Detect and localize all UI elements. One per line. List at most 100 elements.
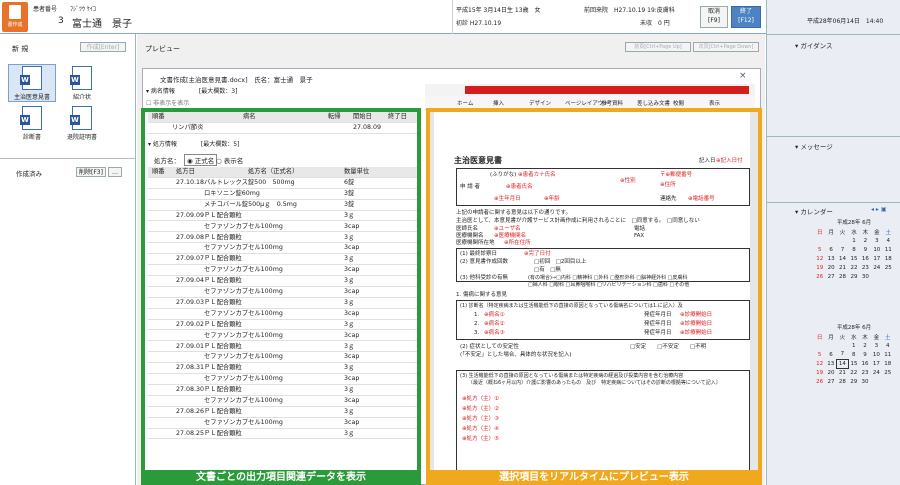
calendar-day[interactable]: 14 bbox=[836, 358, 849, 369]
calendar-day[interactable]: 12 bbox=[814, 254, 825, 263]
calendar-day[interactable]: 23 bbox=[859, 368, 870, 377]
calendar-day[interactable]: 25 bbox=[883, 263, 894, 272]
calendar-header[interactable]: ▾ カレンダー bbox=[795, 206, 833, 216]
calendar-day[interactable]: 15 bbox=[848, 254, 859, 263]
calendar-day[interactable] bbox=[814, 236, 825, 245]
calendar-day[interactable]: 30 bbox=[859, 377, 870, 386]
message-header[interactable]: ▾ メッセージ bbox=[795, 141, 833, 151]
calendar-day[interactable]: 29 bbox=[848, 272, 859, 281]
calendar-day[interactable]: 10 bbox=[871, 245, 882, 254]
calendar-day[interactable]: 13 bbox=[825, 359, 836, 368]
ribbon-tab[interactable]: 校閲 bbox=[673, 99, 684, 107]
calendar-day[interactable]: 30 bbox=[860, 272, 871, 281]
show-ended-toggle[interactable]: ☐ 非表示を表示 bbox=[146, 98, 189, 107]
next-page-button[interactable]: 次頁[Ctrl+Page Down] bbox=[693, 42, 759, 52]
calendar-day[interactable] bbox=[871, 272, 882, 281]
calendar-day[interactable]: 20 bbox=[825, 368, 836, 377]
disease-section-header[interactable]: ▾ 病名情報 [最大欄数：3] bbox=[146, 86, 237, 95]
calendar-day[interactable]: 13 bbox=[825, 254, 836, 263]
calendar-day[interactable] bbox=[883, 272, 894, 281]
calendar-day[interactable]: 20 bbox=[825, 263, 836, 272]
calendar-day[interactable]: 28 bbox=[837, 377, 848, 386]
close-icon[interactable]: × bbox=[739, 71, 747, 81]
calendar-day[interactable]: 5 bbox=[814, 245, 825, 254]
delete-button[interactable]: 削除[F3] bbox=[76, 167, 106, 177]
create-button[interactable]: 作成[Enter] bbox=[80, 42, 126, 52]
guidance-header[interactable]: ▾ ガイダンス bbox=[795, 40, 832, 50]
calendar-day[interactable]: 22 bbox=[848, 263, 859, 272]
calendar-day[interactable]: 17 bbox=[871, 359, 882, 368]
calendar-day[interactable]: 11 bbox=[883, 245, 894, 254]
doc-item-shujii[interactable]: W 主治医意見書 bbox=[8, 66, 56, 102]
ribbon-tab[interactable]: 参考資料 bbox=[601, 99, 623, 107]
calendar-day[interactable]: 7 bbox=[837, 245, 848, 254]
calendar-day[interactable]: 9 bbox=[859, 350, 870, 359]
calendar-day[interactable]: 24 bbox=[871, 368, 882, 377]
calendar-day[interactable]: 21 bbox=[837, 368, 848, 377]
calendar-day[interactable]: 8 bbox=[848, 350, 859, 359]
ribbon-tab[interactable]: ホーム bbox=[457, 99, 473, 107]
calendar-day[interactable] bbox=[825, 236, 836, 245]
ribbon-tab[interactable]: デザイン bbox=[529, 99, 551, 107]
calendar-day[interactable] bbox=[825, 341, 836, 350]
calendar-day[interactable]: 15 bbox=[848, 359, 859, 368]
calendar-day[interactable]: 3 bbox=[871, 236, 882, 245]
ribbon-tab[interactable]: 差し込み文書 bbox=[637, 99, 670, 107]
doc-item-taiin[interactable]: W 退院証明書 bbox=[58, 106, 106, 142]
calendar-day[interactable] bbox=[814, 341, 825, 350]
ribbon-tab[interactable]: 挿入 bbox=[493, 99, 504, 107]
calendar-day[interactable]: 10 bbox=[871, 350, 882, 359]
calendar-day[interactable]: 11 bbox=[882, 350, 893, 359]
calendar-day[interactable]: 12 bbox=[814, 359, 825, 368]
header-bar: 書作成 患者番号 ﾌｼﾞﾂｳ ｹｲｺ 3 富士通 景子 平成15年 3月14日生… bbox=[0, 0, 900, 34]
calendar-day[interactable]: 24 bbox=[871, 263, 882, 272]
calendar-day[interactable]: 14 bbox=[837, 254, 848, 263]
calendar-day[interactable]: 7 bbox=[837, 350, 848, 359]
calendar-day[interactable]: 22 bbox=[848, 368, 859, 377]
calendar-day[interactable]: 23 bbox=[860, 263, 871, 272]
calendar-day[interactable]: 9 bbox=[860, 245, 871, 254]
calendar-day[interactable]: 3 bbox=[871, 341, 882, 350]
calendar-day[interactable]: 2 bbox=[859, 341, 870, 350]
doc-item-shokaijo[interactable]: W 紹介状 bbox=[58, 66, 106, 102]
calendar-day[interactable]: 16 bbox=[860, 254, 871, 263]
calendar-day[interactable] bbox=[837, 236, 848, 245]
calendar-day[interactable]: 26 bbox=[814, 272, 825, 281]
calendar-day[interactable]: 6 bbox=[825, 245, 836, 254]
cancel-button[interactable]: 取消 [F9] bbox=[700, 6, 728, 28]
more-button[interactable]: … bbox=[108, 167, 122, 177]
app-document-icon[interactable]: 書作成 bbox=[2, 2, 28, 32]
calendar-day[interactable]: 21 bbox=[837, 263, 848, 272]
calendar-day[interactable]: 16 bbox=[859, 359, 870, 368]
calendar-day[interactable]: 2 bbox=[860, 236, 871, 245]
ribbon-tab[interactable]: 表示 bbox=[709, 99, 720, 107]
calendar-day[interactable]: 19 bbox=[814, 263, 825, 272]
end-button[interactable]: 終了 [F12] bbox=[731, 6, 761, 28]
calendar-day[interactable]: 27 bbox=[825, 377, 836, 386]
calendar-title: 平成28年 6月 bbox=[836, 220, 872, 226]
calendar-day[interactable]: 6 bbox=[825, 350, 836, 359]
calendar-day[interactable]: 25 bbox=[882, 368, 893, 377]
calendar-day[interactable]: 26 bbox=[814, 377, 825, 386]
calendar-day[interactable]: 27 bbox=[825, 272, 836, 281]
calendar-day[interactable]: 4 bbox=[882, 341, 893, 350]
dow-cell: 月 bbox=[828, 229, 834, 236]
calendar-day[interactable]: 17 bbox=[871, 254, 882, 263]
calendar-day[interactable] bbox=[837, 341, 848, 350]
calendar-day[interactable]: 19 bbox=[814, 368, 825, 377]
calendar-day[interactable]: 5 bbox=[814, 350, 825, 359]
doc-item-shindansho[interactable]: W 診断書 bbox=[8, 106, 56, 142]
calendar-day[interactable]: 18 bbox=[882, 359, 893, 368]
calendar-day[interactable] bbox=[882, 377, 893, 386]
calendar-day[interactable]: 1 bbox=[848, 341, 859, 350]
calendar-day[interactable]: 1 bbox=[848, 236, 859, 245]
calendar-day[interactable]: 29 bbox=[848, 377, 859, 386]
calendar-nav-icon[interactable]: ◂ ▸ ▣ bbox=[871, 206, 887, 213]
calendar-day[interactable] bbox=[871, 377, 882, 386]
calendar-day[interactable]: 4 bbox=[883, 236, 894, 245]
calendar-day[interactable]: 28 bbox=[837, 272, 848, 281]
calendar-day[interactable]: 18 bbox=[883, 254, 894, 263]
prev-page-button[interactable]: 前頁[Ctrl+Page Up] bbox=[625, 42, 691, 52]
calendar-day[interactable]: 8 bbox=[848, 245, 859, 254]
divider bbox=[767, 34, 900, 35]
